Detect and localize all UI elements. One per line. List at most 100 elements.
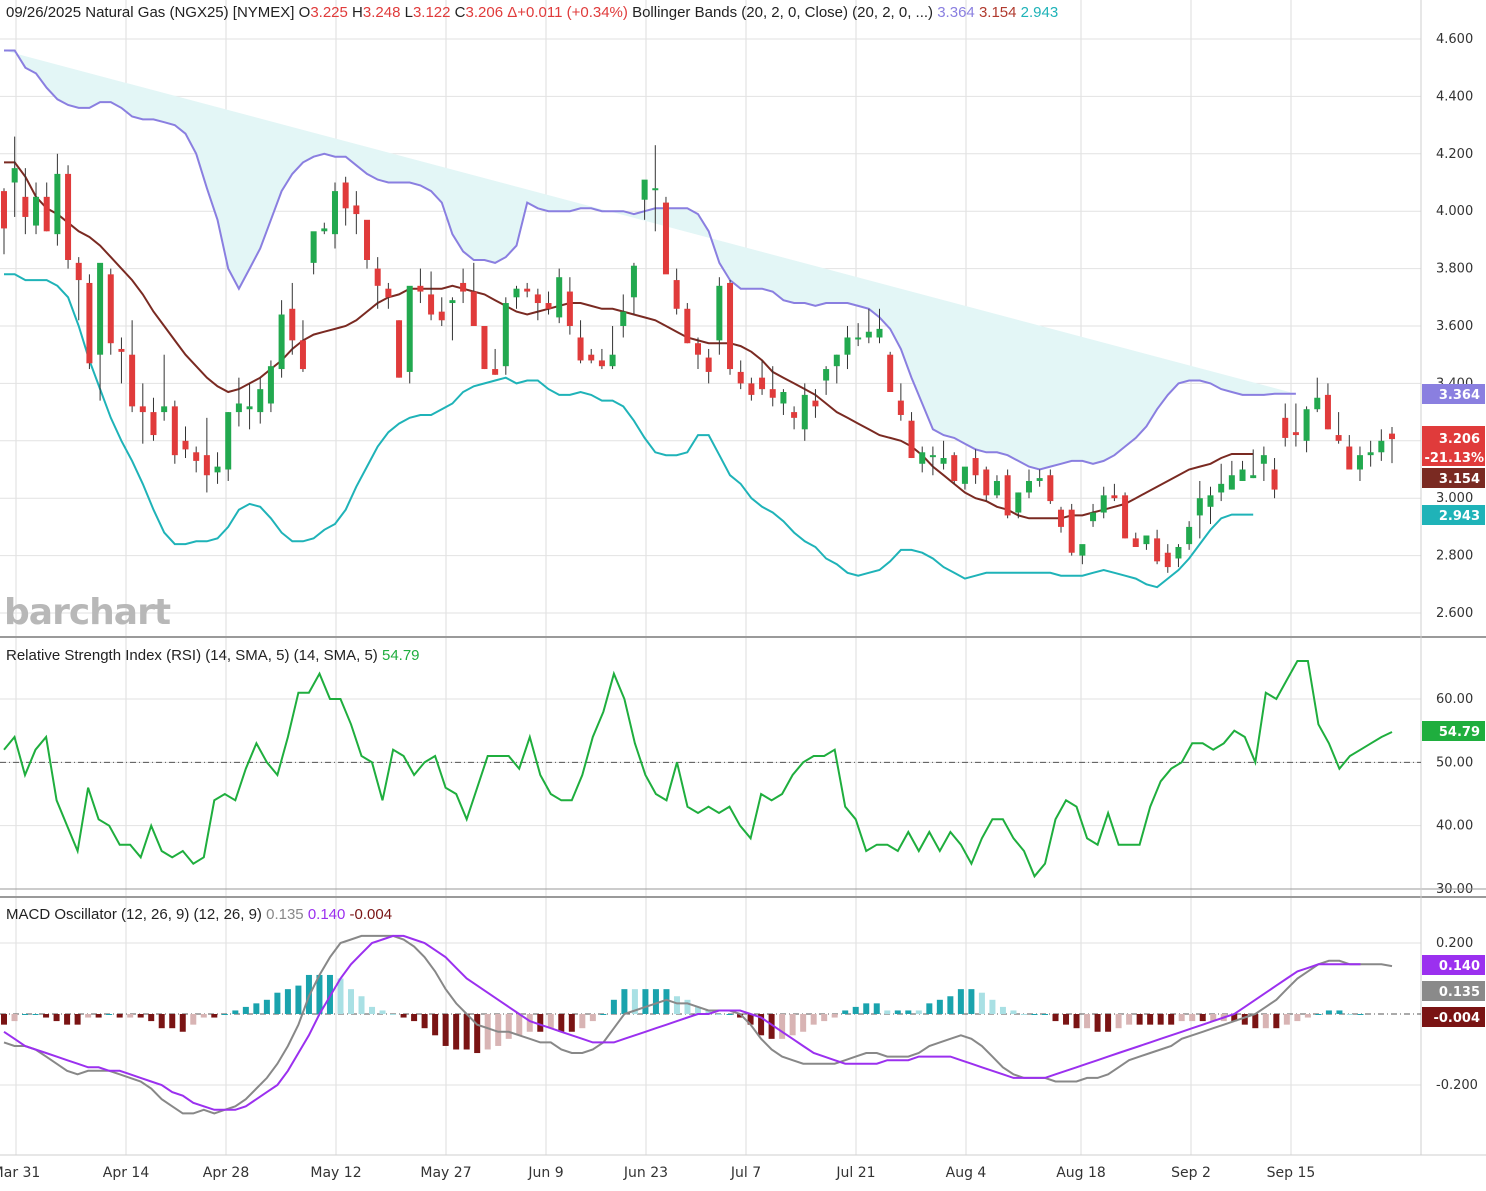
macd-histogram-bar [1178,1014,1185,1022]
candle-body [1111,495,1118,499]
candle-body [566,291,573,326]
macd-histogram-bar [116,1014,123,1018]
candle-body [801,394,808,430]
macd-histogram-bar [85,1014,92,1018]
close-badge-text: 3.206 [1439,432,1480,447]
macd-value: 0.135 [266,906,304,923]
candle-body [983,469,990,496]
macd-histogram-bar [957,989,964,1014]
macd-histogram-bar [1010,1010,1017,1014]
hist-value: -0.004 [349,906,393,923]
candle-body [961,466,968,484]
macd-histogram-bar [852,1006,859,1014]
candle-body [502,303,509,367]
x-tick-label: Sep 15 [1267,1165,1316,1181]
candle-body [545,303,552,309]
macd-histogram-bar [905,1010,912,1014]
bb-upper-badge-text: 3.364 [1439,388,1480,403]
macd-histogram-bar [221,1014,228,1015]
macd-histogram-bar [873,1003,880,1014]
macd-histogram-bar [1315,1014,1322,1015]
macd-header: MACD Oscillator (12, 26, 9) (12, 26, 9) … [6,906,392,923]
candle-body [641,179,648,200]
macd-histogram-bar [1031,1014,1038,1015]
macd-histogram-bar [474,1014,481,1054]
pct-badge-text: -21.13% [1424,451,1484,466]
candle-body [417,285,424,292]
candle-body [396,320,403,378]
macd-histogram-bar [358,996,365,1014]
price-tick-label: 2.800 [1436,549,1473,564]
candle-body [364,219,371,260]
candle-body [342,182,349,209]
candle-body [1303,409,1310,441]
macd-histogram-bar [863,1003,870,1014]
candle-body [919,452,926,464]
macd-tick-label: 0.200 [1436,936,1473,951]
macd-histogram-bar [1189,1014,1196,1022]
macd-histogram-bar [537,1014,544,1032]
candle-body [577,337,584,361]
macd-histogram-bar [453,1014,460,1050]
macd-histogram-bar [432,1014,439,1036]
x-tick-label: Sep 2 [1171,1165,1211,1181]
candle-body [470,291,477,326]
candle-body [1154,538,1161,562]
candle-body [759,377,766,390]
candle-body [1025,480,1032,493]
candle-body [1228,475,1235,490]
macd-histogram-bar [200,1014,207,1018]
macd-histogram-bar [53,1014,60,1022]
candle-body [1207,495,1214,507]
candle-body [278,314,285,370]
macd-histogram-bar [95,1014,102,1018]
macd-histogram-bar [936,999,943,1014]
candle-body [951,455,958,481]
macd-histogram-bar [400,1014,407,1018]
macd-histogram-bar [968,989,975,1014]
candle-body [748,383,755,395]
candle-body [1058,509,1065,527]
macd-tick-label: -0.200 [1436,1078,1478,1093]
candle-body [289,308,296,341]
candle-body [705,357,712,372]
macd-histogram-bar [831,1014,838,1018]
candle-body [171,406,178,456]
macd-histogram-bar [274,992,281,1014]
candle-body [267,366,274,404]
candle-body [1047,475,1054,502]
macd-histogram-bar [1073,1014,1080,1029]
macd-histogram-bar [579,1014,586,1029]
bb-mid-badge-text: 3.154 [1439,472,1480,487]
candle-body [1,191,7,229]
candle-body [791,412,798,418]
macd-histogram-bar [926,1003,933,1014]
candle-body [727,282,734,370]
macd-histogram-bar [547,1014,554,1029]
candle-body [11,168,18,183]
candle-body [1036,478,1043,481]
macd-histogram-bar [106,1014,113,1015]
candle-body [1292,432,1299,436]
macd-histogram-bar [1020,1014,1027,1015]
candle-body [182,440,189,450]
candle-body [844,337,851,355]
chart-canvas[interactable]: Mar 31 Apr 14 Apr 28 May 12 May 27 Jun 9 Jun 2… [0,0,1486,1191]
candle-body [897,400,904,415]
x-tick-label: Jul 21 [835,1165,875,1181]
macd-histogram-bar [1262,1014,1269,1029]
candle-body [855,337,862,340]
candle-body [299,340,306,370]
macd-histogram-bar [484,1014,491,1050]
bb-upper-value: 3.364 [937,4,975,21]
candle-body [203,455,210,476]
bb-lower-value: 2.943 [1020,4,1059,21]
price-tick-label: 4.000 [1436,204,1473,219]
macd-histogram-bar [684,999,691,1014]
macd-histogram-bar [263,999,270,1014]
candle-body [1346,446,1353,470]
candle-body [662,202,669,275]
macd-histogram-bar [158,1014,165,1029]
macd-histogram-bar [947,996,954,1014]
price-tick-label: 4.600 [1436,32,1473,47]
